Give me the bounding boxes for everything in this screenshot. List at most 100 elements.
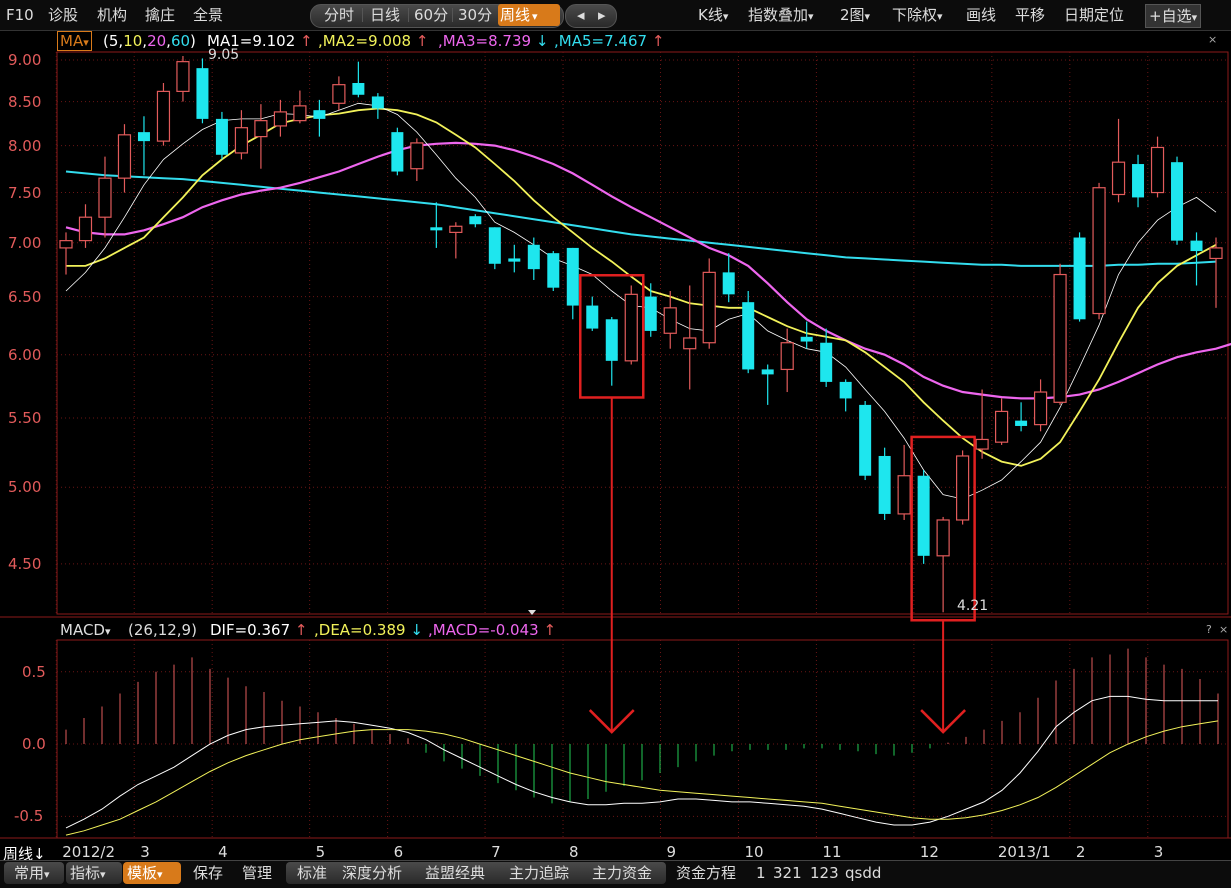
common-label[interactable]: 常用▾: [14, 863, 50, 883]
candle-body: [234, 127, 249, 154]
dif-value: DIF=0.367 ↑: [210, 621, 308, 639]
candle-body: [820, 342, 833, 382]
high-price-label: 9.05: [208, 47, 240, 63]
ma5-line: [65, 102, 1217, 500]
time-tick-label: 10: [744, 843, 764, 861]
save-button[interactable]: 保存: [193, 863, 223, 883]
candle-body: [156, 90, 171, 142]
indicator-label[interactable]: 指标▾: [70, 863, 106, 883]
candle-body: [780, 342, 794, 371]
candle-body: [878, 455, 891, 514]
candle: [59, 232, 73, 275]
tab-321[interactable]: 321: [773, 863, 802, 883]
candle-body: [605, 319, 618, 361]
time-tick-label: 11: [822, 843, 842, 861]
candle-body: [410, 142, 424, 170]
macd-value: ,MACD=-0.043 ↑: [428, 621, 557, 639]
macd-indicator-dropdown[interactable]: MACD▾: [60, 620, 111, 640]
candle: [1053, 263, 1067, 405]
candle-body: [897, 475, 911, 515]
candle: [313, 99, 326, 137]
candle-body: [215, 118, 228, 155]
candle-body: [683, 337, 697, 350]
time-tick-label: 5: [315, 843, 326, 861]
candle: [234, 110, 249, 160]
candle-body: [527, 244, 540, 270]
tab-standard[interactable]: 标准: [297, 863, 327, 883]
candle-body: [956, 455, 970, 521]
candle: [1209, 237, 1223, 308]
candle-body: [859, 404, 872, 476]
candle-body: [994, 410, 1009, 443]
candle: [196, 58, 209, 124]
candle: [1073, 232, 1086, 322]
macd-tick-label: 0.5: [22, 662, 46, 681]
candle: [975, 389, 989, 459]
help-icon[interactable]: ?: [1206, 620, 1212, 640]
candle: [1190, 232, 1203, 286]
candle-body: [1171, 162, 1184, 241]
price-chart[interactable]: [0, 0, 1231, 887]
time-tick-label: 4: [218, 843, 228, 861]
macd-pane-border: [56, 639, 1229, 839]
candle-body: [936, 519, 950, 557]
tab-1[interactable]: 1: [756, 863, 766, 883]
candle-body: [975, 438, 989, 450]
candle-body: [176, 61, 190, 92]
candle: [624, 285, 638, 365]
candle-body: [1033, 391, 1048, 426]
candle: [839, 379, 852, 412]
candle-body: [469, 216, 482, 225]
candle-body: [1053, 273, 1067, 403]
candle-body: [196, 68, 209, 119]
candle: [508, 244, 521, 273]
candle: [117, 124, 132, 193]
candle-body: [293, 105, 307, 122]
tab-main-tracking[interactable]: 主力追踪: [509, 863, 569, 883]
candle: [586, 296, 599, 331]
tab-classic[interactable]: 益盟经典: [425, 863, 485, 883]
tab-deep-analysis[interactable]: 深度分析: [342, 863, 402, 883]
time-tick-label: 2013/1: [997, 843, 1051, 861]
candle: [527, 237, 540, 280]
candle-body: [1190, 240, 1203, 252]
candle-body: [1150, 146, 1165, 194]
candle-body: [742, 302, 755, 370]
tab-123[interactable]: 123: [810, 863, 839, 883]
candle: [332, 76, 346, 111]
candle-body: [839, 381, 852, 399]
candle-body: [624, 293, 638, 362]
chevron-down-icon: ▾: [104, 625, 111, 638]
candle-body: [1015, 420, 1028, 426]
candle-body: [332, 84, 346, 104]
candle-body: [430, 227, 443, 231]
template-label[interactable]: 模板▾: [127, 863, 163, 883]
price-tick-label: 8.00: [8, 136, 42, 155]
time-tick-label: 2: [1075, 843, 1086, 861]
tab-fund-equation[interactable]: 资金方程: [676, 863, 736, 883]
tab-qsdd[interactable]: qsdd: [845, 863, 881, 883]
candle-body: [137, 132, 150, 142]
candle: [702, 258, 716, 349]
candle: [722, 253, 735, 303]
candle: [98, 156, 112, 238]
chevron-down-icon: ▾: [157, 868, 163, 881]
candle: [449, 222, 463, 259]
manage-button[interactable]: 管理: [242, 863, 272, 883]
close-icon[interactable]: ×: [1219, 620, 1228, 640]
candle: [215, 111, 228, 160]
tab-main-funds[interactable]: 主力资金: [592, 863, 652, 883]
candle: [1015, 402, 1028, 432]
candle: [800, 321, 813, 349]
candle: [663, 290, 677, 349]
time-tick-label: 12: [919, 843, 939, 861]
candle-body: [644, 296, 657, 331]
candle: [742, 290, 755, 374]
time-tick-label: 2012/2: [62, 843, 116, 861]
candle: [410, 138, 424, 182]
candle-body: [761, 369, 774, 375]
candle: [430, 202, 443, 248]
candle-body: [800, 336, 813, 342]
candle: [994, 398, 1009, 445]
candle-body: [488, 227, 501, 264]
